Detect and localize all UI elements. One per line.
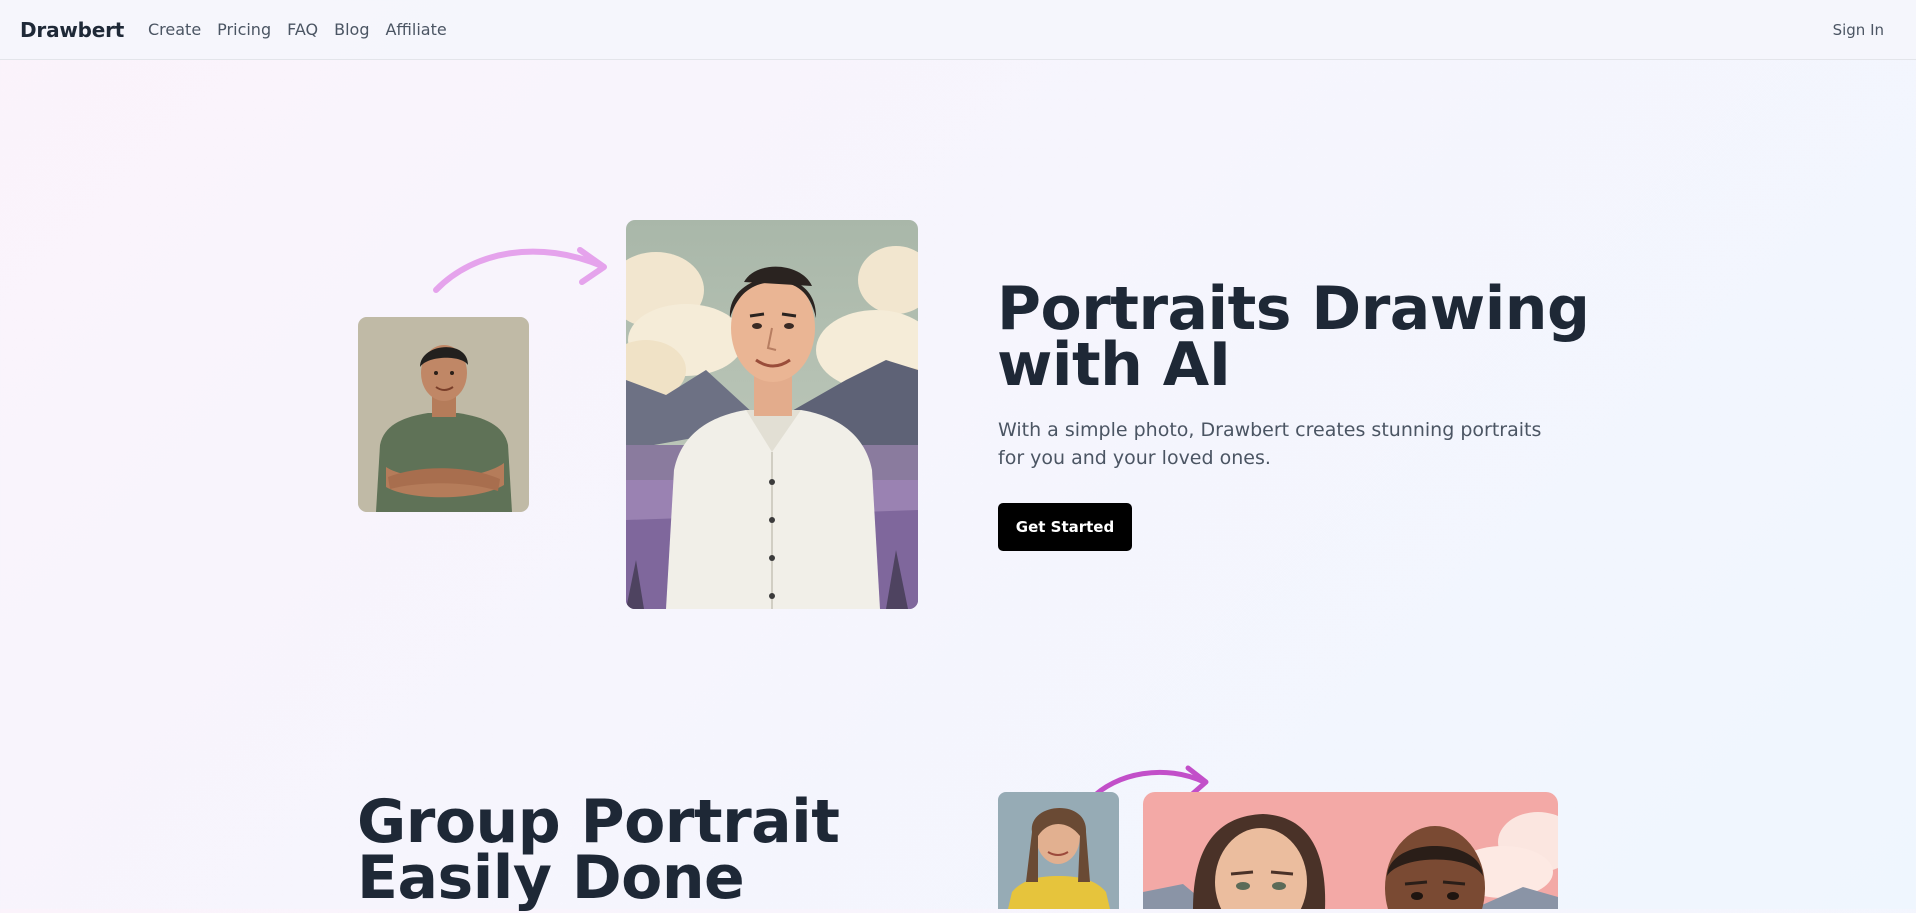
group-portrait-title: Group Portrait Easily Done bbox=[357, 787, 840, 913]
ai-portrait-couple bbox=[1143, 792, 1558, 909]
hero-subtitle: With a simple photo, Drawbert creates st… bbox=[998, 419, 1542, 469]
sign-in-link[interactable]: Sign In bbox=[1833, 21, 1884, 39]
original-photo-woman bbox=[998, 792, 1119, 909]
get-started-button[interactable]: Get Started bbox=[998, 503, 1132, 551]
hero-title: Portraits Drawing with AI bbox=[997, 274, 1590, 400]
original-photo-man bbox=[358, 317, 529, 512]
nav-link-create[interactable]: Create bbox=[148, 20, 201, 39]
nav-link-affiliate[interactable]: Affiliate bbox=[385, 20, 446, 39]
curved-arrow-icon bbox=[433, 247, 607, 293]
nav-links: Create Pricing FAQ Blog Affiliate bbox=[148, 20, 463, 39]
nav-link-pricing[interactable]: Pricing bbox=[217, 20, 271, 39]
top-navbar: Drawbert Create Pricing FAQ Blog Affilia… bbox=[0, 0, 1916, 60]
nav-link-faq[interactable]: FAQ bbox=[287, 20, 318, 39]
ai-portrait-man bbox=[626, 220, 918, 609]
nav-link-blog[interactable]: Blog bbox=[334, 20, 369, 39]
brand-logo[interactable]: Drawbert bbox=[20, 18, 124, 42]
